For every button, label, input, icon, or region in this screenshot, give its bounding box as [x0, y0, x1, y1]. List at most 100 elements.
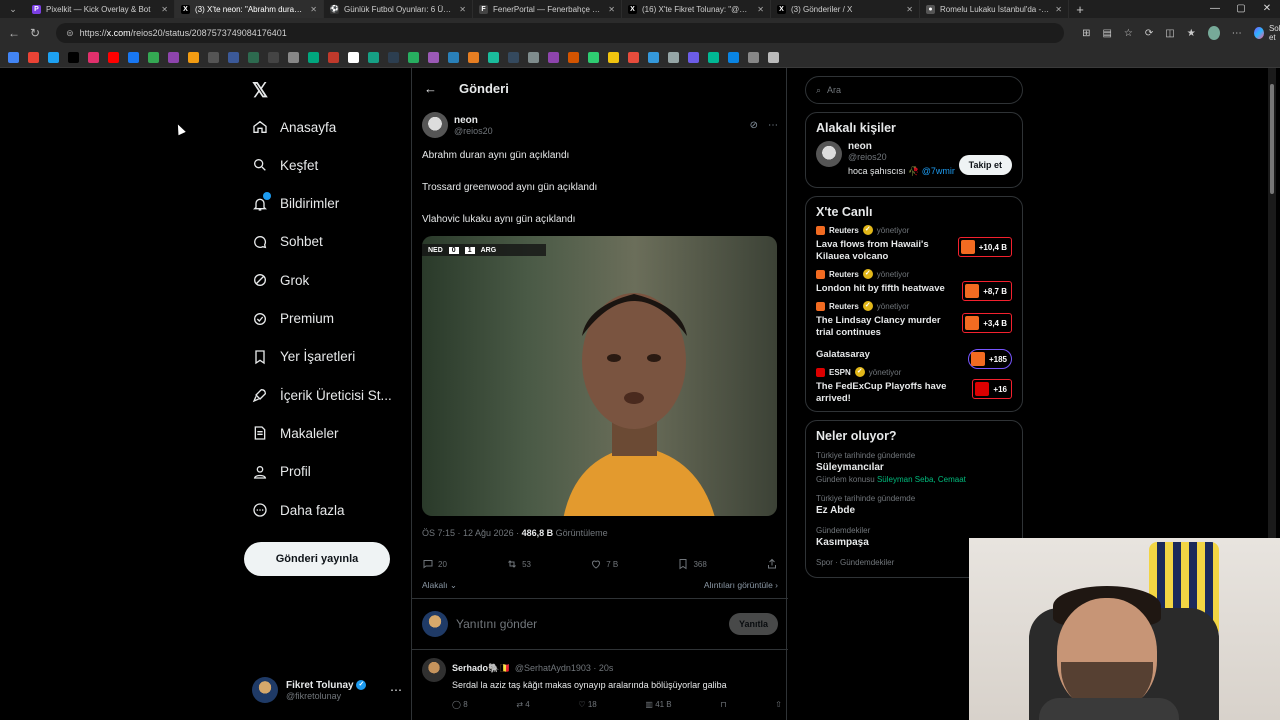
- bookmark-favicon-icon[interactable]: [648, 52, 659, 63]
- bookmark-favicon-icon[interactable]: [228, 52, 239, 63]
- avatar[interactable]: [816, 141, 842, 167]
- reply-input[interactable]: Yanıtını gönder: [456, 617, 537, 631]
- bookmark-favicon-icon[interactable]: [28, 52, 39, 63]
- bookmark-favicon-icon[interactable]: [768, 52, 779, 63]
- bookmark-favicon-icon[interactable]: [268, 52, 279, 63]
- browser-tab[interactable]: ⚽ Günlük Futbol Oyunları: 6 Ücretsiz ✕: [324, 0, 473, 18]
- related-person-name[interactable]: neon: [848, 141, 955, 152]
- close-tab-icon[interactable]: ✕: [161, 5, 168, 14]
- nav-item-premium[interactable]: Premium: [252, 304, 334, 334]
- more-icon[interactable]: ⋯: [390, 683, 402, 697]
- reply-share-icon[interactable]: ⇧: [775, 700, 782, 709]
- live-item[interactable]: ESPN ✓ yönetiyor The FedExCup Playoffs have…: [806, 367, 1022, 411]
- reply-item[interactable]: Serhado🐘🇧🇪 @SerhatAydn1903 · 20s Serdal …: [412, 658, 788, 709]
- bio-mention-link[interactable]: @7wmir: [922, 166, 955, 176]
- bookmark-favicon-icon[interactable]: [408, 52, 419, 63]
- browser-tab[interactable]: ● Romelu Lukaku İstanbul'da - Fene ✕: [920, 0, 1069, 18]
- close-window-button[interactable]: ✕: [1254, 0, 1280, 18]
- nav-item-bell[interactable]: Bildirimler: [252, 189, 339, 219]
- reply-like-action[interactable]: ♡ 18: [578, 700, 596, 709]
- minimize-button[interactable]: —: [1202, 0, 1228, 18]
- bookmark-favicon-icon[interactable]: [588, 52, 599, 63]
- x-logo-icon[interactable]: 𝕏: [252, 78, 268, 103]
- nav-item-grok[interactable]: Grok: [252, 265, 309, 295]
- reply-bookmark-icon[interactable]: ⊓: [720, 700, 726, 709]
- copilot-chat-button[interactable]: Sohbet et: [1253, 24, 1280, 42]
- trend-item[interactable]: Türkiye tarihinde gündemde Süleymancılar…: [806, 449, 1022, 492]
- bookmark-favicon-icon[interactable]: [368, 52, 379, 63]
- close-tab-icon[interactable]: ✕: [1055, 5, 1062, 14]
- bookmark-favicon-icon[interactable]: [448, 52, 459, 63]
- bookmark-favicon-icon[interactable]: [68, 52, 79, 63]
- bookmark-favicon-icon[interactable]: [508, 52, 519, 63]
- bookmark-favicon-icon[interactable]: [208, 52, 219, 63]
- collections-icon[interactable]: ◫: [1165, 28, 1174, 39]
- back-arrow-icon[interactable]: ←: [424, 81, 437, 96]
- close-tab-icon[interactable]: ✕: [906, 5, 913, 14]
- favorites-icon[interactable]: ★: [1187, 28, 1196, 39]
- browser-tab[interactable]: F FenerPortal — Fenerbahçe Gündem ✕: [473, 0, 622, 18]
- share-action[interactable]: [766, 558, 778, 570]
- reply-views-action[interactable]: ▥ 41 B: [645, 700, 671, 709]
- bookmark-favicon-icon[interactable]: [708, 52, 719, 63]
- bookmark-favicon-icon[interactable]: [728, 52, 739, 63]
- bookmark-favicon-icon[interactable]: [48, 52, 59, 63]
- live-item[interactable]: Reuters ✓ yönetiyor The Lindsay Clancy murd…: [806, 301, 1022, 345]
- view-quotes-link[interactable]: Alıntıları görüntüle ›: [704, 580, 778, 591]
- bookmark-favicon-icon[interactable]: [628, 52, 639, 63]
- bookmark-favicon-icon[interactable]: [328, 52, 339, 63]
- like-action[interactable]: 7 B: [590, 558, 618, 570]
- bookmark-favicon-icon[interactable]: [608, 52, 619, 63]
- avatar[interactable]: [422, 112, 448, 138]
- nav-item-bookmark[interactable]: Yer İşaretleri: [252, 342, 355, 372]
- browser-tab[interactable]: X (16) X'te Fikret Tolunay: "@woodp ✕: [622, 0, 771, 18]
- site-info-icon[interactable]: ⊜: [66, 28, 74, 39]
- close-tab-icon[interactable]: ✕: [608, 5, 615, 14]
- bookmark-action[interactable]: 368: [677, 558, 707, 570]
- reply-submit-button[interactable]: Yanıtla: [728, 613, 778, 635]
- bookmark-favicon-icon[interactable]: [568, 52, 579, 63]
- sort-replies-dropdown[interactable]: Alakalı ⌄: [422, 580, 457, 591]
- browser-tab[interactable]: X (3) X'te neon: "Abrahm duran aynı ✕: [175, 0, 324, 18]
- reply-reply-action[interactable]: ◯ 8: [452, 700, 468, 709]
- nav-item-more[interactable]: Daha fazla: [252, 495, 345, 525]
- live-item[interactable]: Reuters ✓ yönetiyor London hit by fifth hea…: [806, 269, 1022, 301]
- tweet-video[interactable]: NED 0 1 ARG: [422, 236, 777, 516]
- trend-item[interactable]: Türkiye tarihinde gündemde Ez Abde: [806, 492, 1022, 524]
- close-tab-icon[interactable]: ✕: [459, 5, 466, 14]
- bookmark-favicon-icon[interactable]: [688, 52, 699, 63]
- tab-list-menu[interactable]: ⌄: [0, 4, 26, 15]
- live-item[interactable]: Galatasaray +185: [806, 349, 1022, 369]
- bookmark-favicon-icon[interactable]: [188, 52, 199, 63]
- url-bar[interactable]: ⊜ https://x.com/reios20/status/208757374…: [56, 23, 1065, 43]
- bookmark-favicon-icon[interactable]: [148, 52, 159, 63]
- nav-item-profile[interactable]: Profil: [252, 457, 311, 487]
- nav-item-search[interactable]: Keşfet: [252, 150, 318, 180]
- favorite-star-icon[interactable]: ☆: [1124, 28, 1133, 39]
- nav-item-article[interactable]: Makaleler: [252, 418, 339, 448]
- author-name[interactable]: neon: [454, 115, 493, 126]
- bookmark-favicon-icon[interactable]: [308, 52, 319, 63]
- browser-tab[interactable]: P Pixelkit — Kick Overlay & Bot ✕: [26, 0, 175, 18]
- extensions-icon[interactable]: ⊞: [1082, 28, 1090, 39]
- bookmark-favicon-icon[interactable]: [428, 52, 439, 63]
- bookmark-favicon-icon[interactable]: [488, 52, 499, 63]
- nav-item-chat[interactable]: Sohbet: [252, 227, 323, 257]
- reply-author-name[interactable]: Serhado🐘🇧🇪: [452, 663, 510, 673]
- bookmark-favicon-icon[interactable]: [8, 52, 19, 63]
- browser-tab[interactable]: X (3) Gönderiler / X ✕: [771, 0, 920, 18]
- nav-item-home[interactable]: Anasayfa: [252, 112, 336, 142]
- bookmark-favicon-icon[interactable]: [748, 52, 759, 63]
- tweet-timestamp[interactable]: ÖS 7:15 · 12 Ağu 2026 ·: [422, 528, 522, 538]
- browser-menu-icon[interactable]: ⋯: [1232, 28, 1242, 39]
- bookmark-favicon-icon[interactable]: [88, 52, 99, 63]
- live-item[interactable]: Reuters ✓ yönetiyor Lava flows from Hawaii'…: [806, 225, 1022, 269]
- bookmark-favicon-icon[interactable]: [348, 52, 359, 63]
- bookmark-favicon-icon[interactable]: [108, 52, 119, 63]
- bookmark-favicon-icon[interactable]: [128, 52, 139, 63]
- bookmark-favicon-icon[interactable]: [468, 52, 479, 63]
- author-handle[interactable]: @reios20: [454, 126, 493, 136]
- refresh-icon[interactable]: ⟳: [1145, 28, 1153, 39]
- bookmark-favicon-icon[interactable]: [668, 52, 679, 63]
- bookmark-favicon-icon[interactable]: [528, 52, 539, 63]
